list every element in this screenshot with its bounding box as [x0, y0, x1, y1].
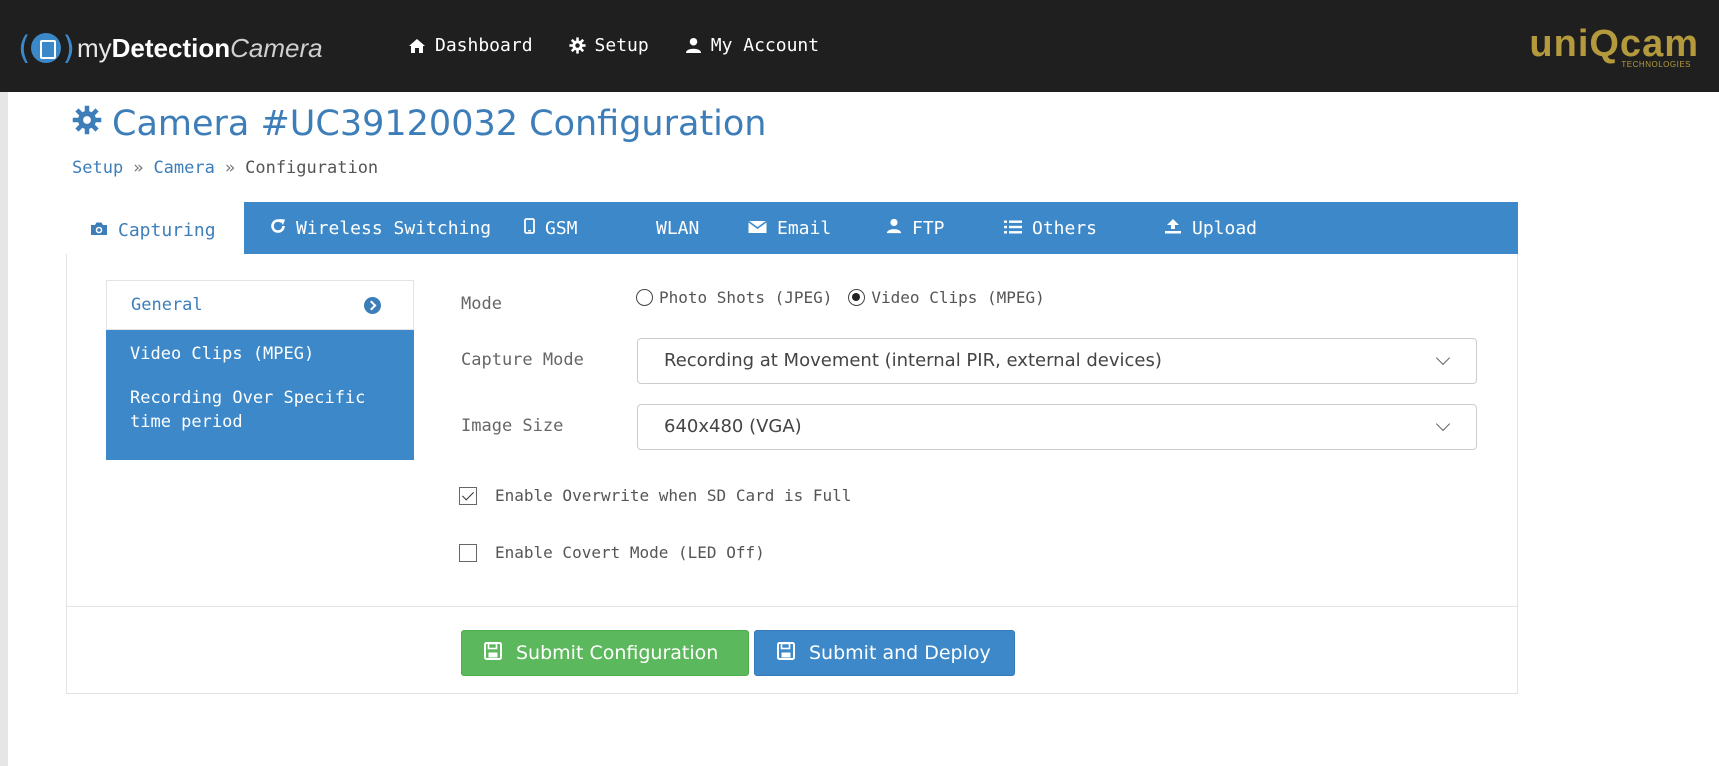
radio-button-empty: [636, 289, 653, 306]
tab-email-label: Email: [777, 217, 832, 239]
overwrite-label: Enable Overwrite when SD Card is Full: [495, 486, 852, 505]
breadcrumb: Setup » Camera » Configuration: [72, 158, 378, 178]
brand-logo[interactable]: ( ) myDetectionCamera: [18, 28, 323, 68]
breadcrumb-separator: »: [133, 158, 144, 178]
image-size-value: 640x480 (VGA): [664, 416, 802, 437]
breadcrumb-current: Configuration: [245, 158, 379, 178]
home-icon: [408, 38, 426, 54]
panel-footer-divider: [66, 606, 1518, 607]
tab-gsm-label: GSM: [545, 217, 578, 239]
tab-wireless-switching[interactable]: Wireless Switching: [270, 202, 491, 254]
camera-logo-icon: [31, 33, 62, 63]
user-icon: [886, 218, 902, 239]
tab-capturing-label: Capturing: [118, 219, 216, 241]
image-size-label: Image Size: [461, 416, 564, 436]
gear-icon: [72, 104, 102, 144]
chevron-right-icon: [364, 297, 381, 314]
sidenav-item-general[interactable]: General: [106, 280, 414, 330]
submit-configuration-label: Submit Configuration: [516, 642, 719, 664]
sidenav-item-general-label: General: [131, 295, 203, 315]
chevron-down-icon: [1435, 416, 1451, 432]
submit-and-deploy-label: Submit and Deploy: [809, 642, 991, 664]
tab-email[interactable]: Email: [748, 202, 831, 254]
overwrite-checkbox[interactable]: [459, 486, 477, 505]
radio-video-clips-label: Video Clips (MPEG): [871, 288, 1045, 307]
tab-ftp[interactable]: FTP: [886, 202, 945, 254]
covert-checkbox-row[interactable]: Enable Covert Mode (LED Off): [459, 543, 765, 562]
radio-button-selected: [848, 289, 866, 306]
upload-icon: [1164, 218, 1182, 239]
chevron-down-icon: [1435, 350, 1451, 366]
mobile-icon: [524, 217, 535, 239]
refresh-icon: [270, 218, 286, 239]
brand-paren-right: ): [62, 29, 75, 67]
capture-mode-select[interactable]: Recording at Movement (internal PIR, ext…: [637, 338, 1477, 384]
mode-label: Mode: [461, 294, 502, 314]
covert-label: Enable Covert Mode (LED Off): [495, 543, 765, 562]
envelope-icon: [748, 218, 767, 239]
sidenav-item-video-clips[interactable]: Video Clips (MPEG): [106, 330, 414, 378]
tab-upload-label: Upload: [1192, 217, 1258, 239]
camera-icon: [90, 220, 108, 241]
nav-my-account-label: My Account: [710, 35, 820, 56]
tab-wireless-switching-label: Wireless Switching: [296, 217, 492, 239]
nav-dashboard-label: Dashboard: [435, 35, 533, 56]
uniqcam-logo: uniQcam TECHNOLOGIES: [1529, 20, 1699, 69]
nav-my-account[interactable]: My Account: [685, 35, 819, 56]
tab-wlan-label: WLAN: [656, 217, 700, 239]
gear-icon: [568, 37, 586, 54]
radio-video-clips[interactable]: Video Clips (MPEG): [848, 288, 1045, 307]
page-title-text: Camera #UC39120032 Configuration: [112, 104, 767, 144]
sidenav-item-recording-period[interactable]: Recording Over Specific time period: [106, 378, 414, 460]
radio-photo-shots-label: Photo Shots (JPEG): [659, 288, 833, 307]
list-icon: [1004, 218, 1022, 239]
user-icon: [685, 37, 702, 54]
main-nav: Dashboard Setup My Account: [408, 35, 819, 56]
nav-setup[interactable]: Setup: [568, 35, 649, 56]
save-icon: [484, 641, 502, 665]
brand-name: myDetectionCamera: [76, 33, 323, 63]
tab-capturing[interactable]: Capturing: [66, 202, 244, 258]
submit-configuration-button[interactable]: Submit Configuration: [461, 630, 749, 676]
overwrite-checkbox-row[interactable]: Enable Overwrite when SD Card is Full: [459, 486, 851, 505]
tab-upload[interactable]: Upload: [1164, 202, 1257, 254]
breadcrumb-separator: »: [224, 158, 236, 178]
brand-paren-left: (: [18, 29, 31, 67]
tab-gsm[interactable]: GSM: [524, 202, 578, 254]
radio-photo-shots[interactable]: Photo Shots (JPEG): [636, 288, 832, 307]
capturing-sidenav: General Video Clips (MPEG) Recording Ove…: [106, 280, 414, 460]
logo-subtext: TECHNOLOGIES: [1621, 60, 1691, 69]
tab-others-label: Others: [1032, 217, 1098, 239]
submit-and-deploy-button[interactable]: Submit and Deploy: [754, 630, 1015, 676]
page-frame-left: [0, 92, 8, 766]
mode-radio-group: Photo Shots (JPEG) Video Clips (MPEG): [636, 288, 1061, 307]
top-navbar: ( ) myDetectionCamera Dashboard Setup My…: [0, 0, 1719, 92]
image-size-select[interactable]: 640x480 (VGA): [637, 404, 1477, 450]
breadcrumb-setup[interactable]: Setup: [72, 158, 123, 178]
covert-checkbox[interactable]: [459, 543, 477, 562]
tab-wlan[interactable]: WLAN: [656, 202, 699, 254]
sidenav-item-recording-period-label: Recording Over Specific time period: [130, 388, 366, 432]
breadcrumb-camera[interactable]: Camera: [153, 158, 214, 178]
capture-mode-value: Recording at Movement (internal PIR, ext…: [664, 350, 1162, 371]
page-title: Camera #UC39120032 Configuration: [72, 104, 767, 144]
nav-dashboard[interactable]: Dashboard: [408, 35, 533, 56]
config-tabbar: Capturing Wireless Switching GSM WLAN Em…: [66, 202, 1518, 258]
save-icon: [777, 641, 795, 665]
sidenav-item-video-clips-label: Video Clips (MPEG): [130, 344, 315, 364]
tab-ftp-label: FTP: [912, 217, 945, 239]
capture-mode-label: Capture Mode: [461, 350, 584, 370]
nav-setup-label: Setup: [594, 35, 649, 56]
tab-others[interactable]: Others: [1004, 202, 1097, 254]
